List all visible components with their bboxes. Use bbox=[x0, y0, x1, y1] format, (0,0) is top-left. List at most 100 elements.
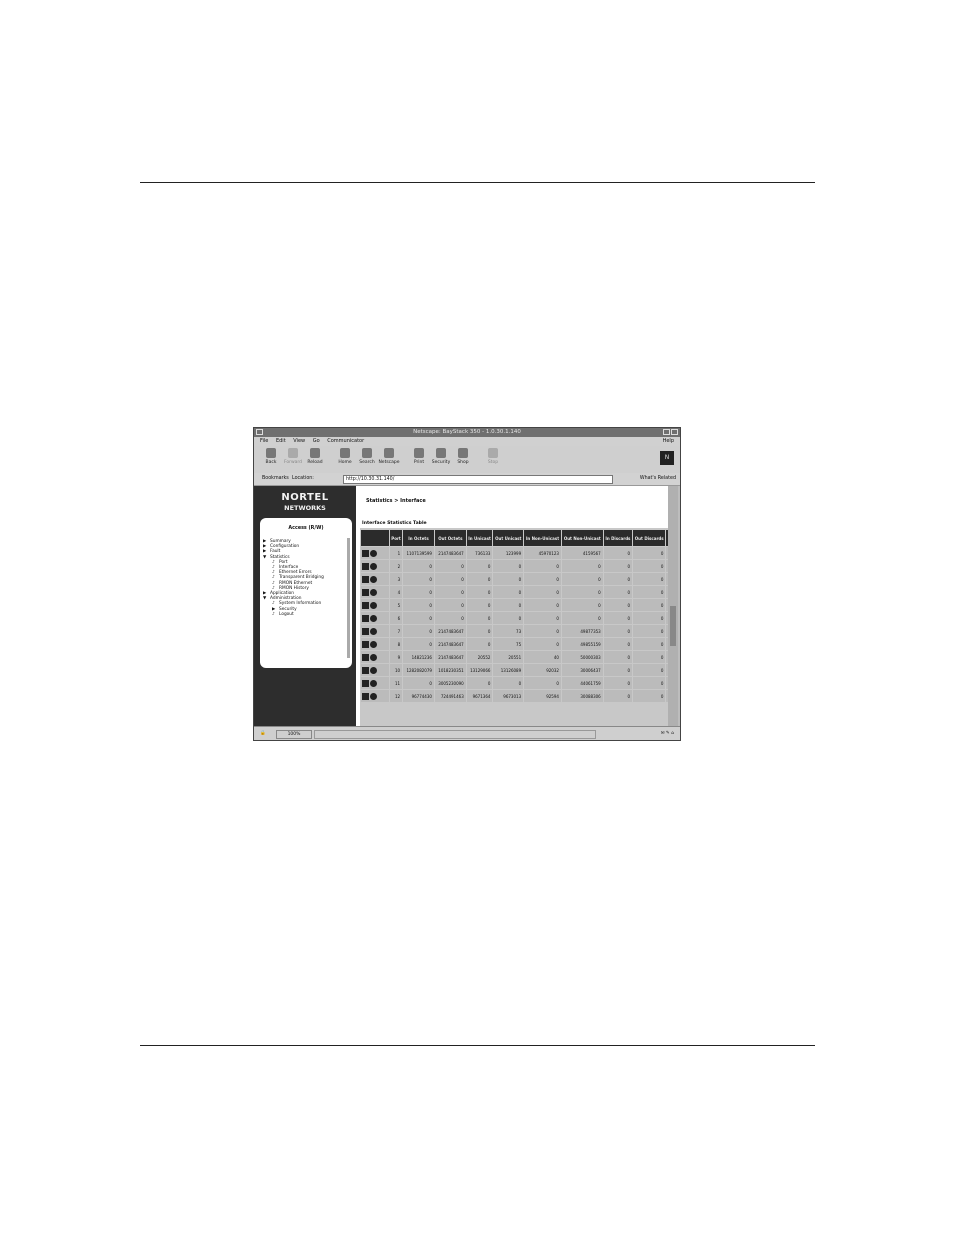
home-button[interactable]: Home bbox=[334, 448, 356, 465]
table-cell: 9671364 bbox=[466, 690, 493, 702]
content-frame: Statistics > Interface Interface Statist… bbox=[356, 486, 668, 726]
pie-chart-icon[interactable] bbox=[370, 640, 377, 648]
table-cell: 0 bbox=[633, 547, 666, 559]
window-menu-icon[interactable] bbox=[256, 429, 263, 435]
pie-chart-icon[interactable] bbox=[370, 549, 377, 557]
table-cell: 0 bbox=[493, 586, 524, 598]
table-cell: 0 bbox=[403, 638, 434, 650]
table-cell: 0 bbox=[493, 599, 524, 611]
menu-help[interactable]: Help bbox=[663, 437, 674, 446]
table-cell: 0 bbox=[603, 599, 633, 611]
table-cell: 49877353 bbox=[561, 625, 603, 637]
scrollbar-thumb[interactable] bbox=[670, 606, 676, 646]
shop-button[interactable]: Shop bbox=[452, 448, 474, 465]
graph-icon[interactable] bbox=[362, 627, 369, 635]
location-label: Location: bbox=[292, 476, 314, 481]
menu-view[interactable]: View bbox=[293, 438, 305, 444]
column-header: In Unicast bbox=[466, 530, 493, 546]
table-cell: 4 bbox=[390, 586, 403, 598]
graph-icon[interactable] bbox=[362, 666, 369, 674]
nav-item-logout[interactable]: ♪ Logout bbox=[260, 612, 352, 617]
table-cell: 0 bbox=[466, 573, 493, 585]
component-bar-icons[interactable]: ✉ ✎ ⌂ bbox=[661, 727, 674, 740]
table-cell: 0 bbox=[633, 677, 666, 689]
forward-button[interactable]: Forward bbox=[282, 448, 304, 465]
pie-chart-icon[interactable] bbox=[370, 614, 377, 622]
table-cell: 0 bbox=[524, 599, 561, 611]
graph-icon[interactable] bbox=[362, 640, 369, 648]
graph-icon[interactable] bbox=[362, 653, 369, 661]
column-header: In Non-Unicast bbox=[524, 530, 561, 546]
menu-edit[interactable]: Edit bbox=[276, 438, 286, 444]
column-header: Out Octets bbox=[434, 530, 466, 546]
pie-chart-icon[interactable] bbox=[370, 653, 377, 661]
graph-icon[interactable] bbox=[362, 549, 369, 557]
nav-panel: Access (R/W) ▶ Summary ▶ Configuration ▶ Faul… bbox=[260, 518, 352, 668]
table-row: 600000000 bbox=[361, 612, 668, 624]
title-bar: Netscape: BayStack 350 - 1.0.30.1.140 bbox=[254, 428, 680, 437]
menu-file[interactable]: File bbox=[260, 438, 268, 444]
table-cell: 0 bbox=[561, 612, 603, 624]
pie-chart-icon[interactable] bbox=[370, 601, 377, 609]
table-cell: 0 bbox=[434, 612, 466, 624]
graph-icon[interactable] bbox=[362, 614, 369, 622]
print-icon bbox=[414, 448, 424, 458]
lock-icon bbox=[436, 448, 446, 458]
pie-chart-icon[interactable] bbox=[370, 666, 377, 674]
stop-button[interactable]: Stop bbox=[482, 448, 504, 465]
table-row: 1 1107139599 2147483647 736133 123999 4597012… bbox=[361, 547, 668, 559]
table-cell: 123999 bbox=[493, 547, 524, 559]
minimize-icon[interactable] bbox=[663, 429, 670, 435]
table-cell: 0 bbox=[633, 586, 666, 598]
graph-icon[interactable] bbox=[362, 692, 369, 700]
pie-chart-icon[interactable] bbox=[370, 588, 377, 596]
back-button[interactable]: Back bbox=[260, 448, 282, 465]
reload-button[interactable]: Reload bbox=[304, 448, 326, 465]
graph-icon[interactable] bbox=[362, 575, 369, 583]
print-button[interactable]: Print bbox=[408, 448, 430, 465]
table-row: 9 14821236 2147483647 20552 20551 40 50000303 0… bbox=[361, 651, 668, 663]
pie-chart-icon[interactable] bbox=[370, 562, 377, 570]
progress-percent: 100% bbox=[276, 730, 312, 739]
graph-icon[interactable] bbox=[362, 679, 369, 687]
bookmarks-button[interactable]: Bookmarks bbox=[262, 473, 289, 485]
nav-panel-title: Access (R/W) bbox=[288, 526, 324, 531]
url-input[interactable]: http://10.30.31.140/ bbox=[343, 475, 613, 484]
pie-chart-icon[interactable] bbox=[370, 627, 377, 635]
table-cell: 0 bbox=[603, 690, 633, 702]
vertical-scrollbar[interactable] bbox=[668, 486, 678, 726]
whats-related-button[interactable]: What's Related bbox=[640, 473, 676, 485]
table-cell: 0 bbox=[466, 677, 493, 689]
table-cell: 0 bbox=[633, 612, 666, 624]
table-cell: 0 bbox=[524, 612, 561, 624]
table-cell: 1107139599 bbox=[403, 547, 434, 559]
search-button[interactable]: Search bbox=[356, 448, 378, 465]
table-cell: 75 bbox=[493, 638, 524, 650]
pie-chart-icon[interactable] bbox=[370, 679, 377, 687]
table-cell: 7 bbox=[390, 625, 403, 637]
graph-icon[interactable] bbox=[362, 562, 369, 570]
menu-go[interactable]: Go bbox=[313, 438, 320, 444]
interface-statistics-table: Port In Octets Out Octets In Unicast Out Uni… bbox=[360, 529, 668, 703]
menu-communicator[interactable]: Communicator bbox=[327, 438, 364, 444]
table-cell: 12 bbox=[390, 690, 403, 702]
table-cell: 4159567 bbox=[561, 547, 603, 559]
nav-scrollbar[interactable] bbox=[347, 538, 350, 658]
graph-icon[interactable] bbox=[362, 588, 369, 596]
table-row: 10 1282082079 1018230351 13129066 13126089 92… bbox=[361, 664, 668, 676]
table-row: 7 0 2147483647 0 73 0 49877353 0 0 bbox=[361, 625, 668, 637]
pie-chart-icon[interactable] bbox=[370, 575, 377, 583]
table-cell: 0 bbox=[633, 690, 666, 702]
table-cell: 0 bbox=[434, 573, 466, 585]
table-cell: 10 bbox=[390, 664, 403, 676]
security-button[interactable]: Security bbox=[430, 448, 452, 465]
graph-icon[interactable] bbox=[362, 601, 369, 609]
security-status-icon[interactable]: 🔒 bbox=[260, 727, 266, 740]
pie-chart-icon[interactable] bbox=[370, 692, 377, 700]
table-cell: 0 bbox=[434, 599, 466, 611]
interface-statistics-panel: Interface Statistics Table Port In Octets… bbox=[360, 520, 668, 726]
table-cell: 0 bbox=[434, 560, 466, 572]
table-body: 1 1107139599 2147483647 736133 123999 4597012… bbox=[361, 547, 668, 702]
netscape-button[interactable]: Netscape bbox=[378, 448, 400, 465]
maximize-icon[interactable] bbox=[671, 429, 678, 435]
